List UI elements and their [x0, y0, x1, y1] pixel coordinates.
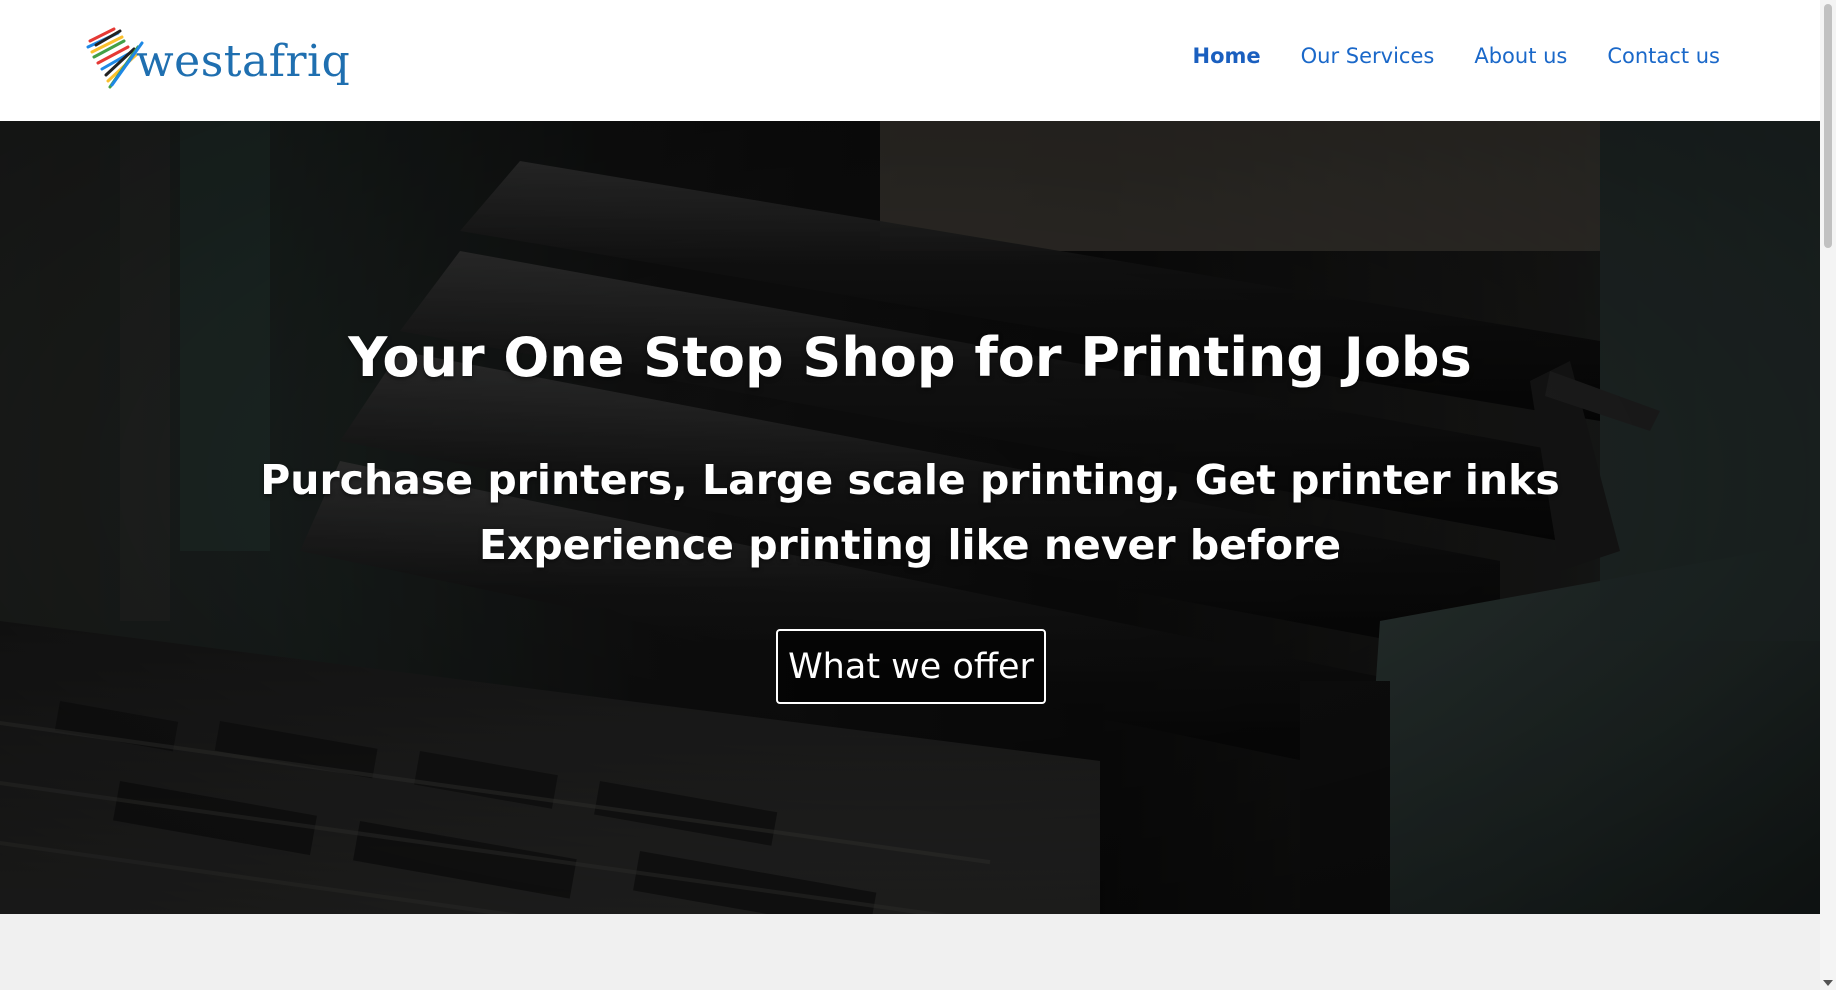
site-logo[interactable]: westafriq — [84, 26, 350, 92]
scrollbar-thumb[interactable] — [1824, 4, 1832, 248]
page: westafriq Home Our Services About us Con… — [0, 0, 1820, 990]
what-we-offer-button[interactable]: What we offer — [776, 629, 1046, 704]
hero-subtitle-line1: Purchase printers, Large scale printing,… — [260, 456, 1560, 504]
hero-subtitle-line2: Experience printing like never before — [478, 521, 1342, 569]
main-nav: Home Our Services About us Contact us — [1193, 44, 1721, 68]
nav-contact-us[interactable]: Contact us — [1607, 44, 1720, 68]
hero-title: Your One Stop Shop for Printing Jobs — [348, 326, 1472, 389]
hero-content: Your One Stop Shop for Printing Jobs Pur… — [0, 121, 1820, 914]
scroll-down-arrow-icon[interactable] — [1823, 980, 1833, 986]
nav-about-us[interactable]: About us — [1474, 44, 1567, 68]
africa-logo-icon — [86, 27, 144, 89]
site-header: westafriq Home Our Services About us Con… — [0, 0, 1820, 121]
nav-home[interactable]: Home — [1193, 44, 1261, 68]
nav-our-services[interactable]: Our Services — [1301, 44, 1435, 68]
hero-section: Your One Stop Shop for Printing Jobs Pur… — [0, 121, 1820, 914]
brand-name: westafriq — [136, 36, 351, 87]
page-scrollbar[interactable] — [1820, 0, 1836, 990]
